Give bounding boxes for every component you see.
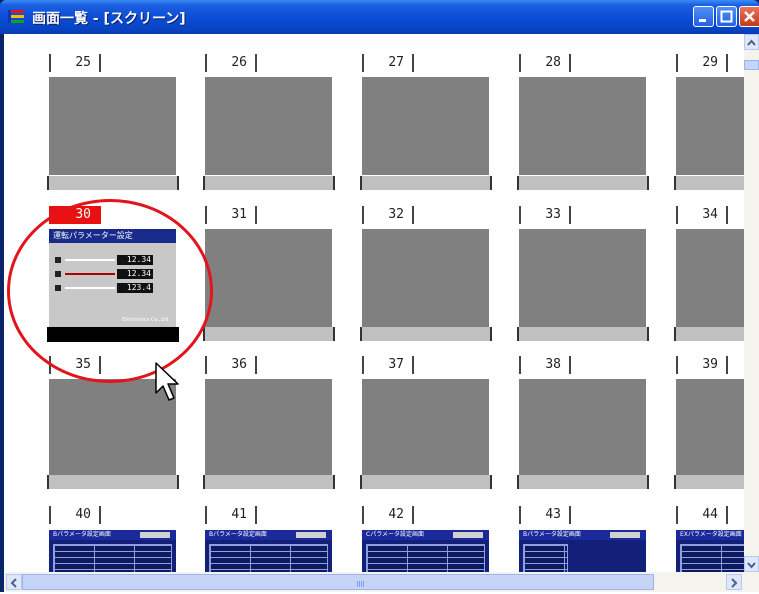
screen-number: 28 [545, 55, 561, 70]
vertical-scroll-thumb[interactable] [744, 60, 759, 70]
scroll-right-button[interactable] [726, 574, 742, 590]
chevron-left-icon [10, 578, 17, 588]
screen-name-bar[interactable] [47, 176, 179, 190]
screen-number-label[interactable]: 43 [519, 506, 571, 524]
screen-thumbnail[interactable]: Bパラメータ設定画面 [205, 530, 332, 572]
screen-thumbnail[interactable]: Cパラメータ設定画面 [362, 530, 489, 572]
screen-number: 29 [702, 55, 718, 70]
screen-thumbnail[interactable] [362, 77, 489, 175]
screen-number-label[interactable]: 34 [676, 206, 728, 224]
screen-number: 27 [388, 55, 404, 70]
screen-number: 34 [702, 207, 718, 222]
mini-screen-header: EXパラメータ設定画面 [676, 530, 744, 540]
screen-number-label[interactable]: 33 [519, 206, 571, 224]
screen-number-label[interactable]: 37 [362, 356, 414, 374]
screen-number-label[interactable]: 25 [49, 54, 101, 72]
screen-number: 36 [231, 357, 247, 372]
size-grip[interactable] [744, 572, 759, 592]
mouse-cursor-icon [155, 362, 179, 401]
screen-number-label[interactable]: 31 [205, 206, 257, 224]
screen-thumbnail[interactable]: Bパラメータ設定画面 [49, 530, 176, 572]
screen-thumbnail[interactable] [676, 77, 744, 175]
screen-thumbnail[interactable] [519, 229, 646, 327]
screen-number-label[interactable]: 41 [205, 506, 257, 524]
screen-number: 41 [231, 507, 247, 522]
app-icon [8, 10, 24, 23]
screen-number-label[interactable]: 28 [519, 54, 571, 72]
screen-thumbnail[interactable] [519, 77, 646, 175]
screen-number: 40 [75, 507, 91, 522]
screen-name-bar[interactable] [47, 475, 179, 489]
screen-thumbnail[interactable] [519, 379, 646, 477]
screen-thumbnail[interactable] [362, 379, 489, 477]
maximize-icon [720, 10, 733, 23]
screen-number-label[interactable]: 39 [676, 356, 728, 374]
client-area: 25 26 27 28 29 30 運転パラメーター設定 12.34 12.34… [4, 34, 759, 592]
chevron-down-icon [747, 562, 756, 569]
screen-number: 39 [702, 357, 718, 372]
screen-name-bar[interactable] [517, 176, 649, 190]
screen-thumbnail[interactable]: Bパラメータ設定画面 [519, 530, 646, 572]
close-button[interactable] [739, 6, 759, 27]
screen-list-window: 画面一覧 - [スクリーン] 25 26 27 28 29 30 運転パラメータ… [0, 0, 759, 592]
screen-name-bar[interactable] [674, 327, 744, 341]
screen-number-label[interactable]: 36 [205, 356, 257, 374]
screen-thumbnail[interactable]: EXパラメータ設定画面 [676, 530, 744, 572]
screen-number: 44 [702, 507, 718, 522]
screen-number-label[interactable]: 27 [362, 54, 414, 72]
screen-thumbnail[interactable] [205, 77, 332, 175]
screen-number-label[interactable]: 26 [205, 54, 257, 72]
screen-thumbnail[interactable] [676, 379, 744, 477]
screen-number: 26 [231, 55, 247, 70]
screen-thumbnail[interactable] [205, 229, 332, 327]
screen-number-label[interactable]: 38 [519, 356, 571, 374]
screen-name-bar[interactable] [674, 176, 744, 190]
screen-number: 42 [388, 507, 404, 522]
screen-thumbnail[interactable] [205, 379, 332, 477]
horizontal-scrollbar[interactable] [4, 572, 744, 592]
horizontal-scroll-thumb[interactable] [22, 574, 654, 590]
screen-number: 32 [388, 207, 404, 222]
title-bar[interactable]: 画面一覧 - [スクリーン] [0, 0, 759, 34]
screen-grid: 25 26 27 28 29 30 運転パラメーター設定 12.34 12.34… [4, 34, 744, 572]
scroll-down-button[interactable] [744, 556, 759, 572]
screen-name-bar[interactable] [360, 176, 492, 190]
screen-number: 37 [388, 357, 404, 372]
screen-name-bar[interactable] [517, 475, 649, 489]
screen-number-label[interactable]: 29 [676, 54, 728, 72]
close-icon [744, 11, 755, 22]
screen-number-label[interactable]: 44 [676, 506, 728, 524]
vertical-scrollbar[interactable] [744, 34, 759, 572]
screen-number-label[interactable]: 42 [362, 506, 414, 524]
screen-name-bar[interactable] [203, 176, 335, 190]
screen-thumbnail[interactable] [362, 229, 489, 327]
scroll-left-button[interactable] [6, 574, 22, 590]
screen-number: 38 [545, 357, 561, 372]
screen-number: 25 [75, 55, 91, 70]
chevron-up-icon [747, 39, 756, 46]
screen-number: 33 [545, 207, 561, 222]
screen-name-bar[interactable] [517, 327, 649, 341]
screen-thumbnail[interactable] [49, 77, 176, 175]
screen-number-label[interactable]: 32 [362, 206, 414, 224]
minimize-button[interactable] [693, 6, 714, 27]
screen-name-bar[interactable] [360, 475, 492, 489]
screen-number-label[interactable]: 40 [49, 506, 101, 524]
highlight-circle [7, 199, 213, 383]
screen-number: 43 [545, 507, 561, 522]
screen-name-bar[interactable] [360, 327, 492, 341]
screen-name-bar[interactable] [674, 475, 744, 489]
maximize-button[interactable] [716, 6, 737, 27]
screen-name-bar[interactable] [203, 327, 335, 341]
scroll-up-button[interactable] [744, 34, 759, 50]
window-title: 画面一覧 - [スクリーン] [32, 11, 186, 27]
screen-name-bar[interactable] [203, 475, 335, 489]
minimize-icon [699, 19, 706, 22]
screen-thumbnail[interactable] [676, 229, 744, 327]
screen-number: 31 [231, 207, 247, 222]
chevron-right-icon [731, 578, 738, 588]
